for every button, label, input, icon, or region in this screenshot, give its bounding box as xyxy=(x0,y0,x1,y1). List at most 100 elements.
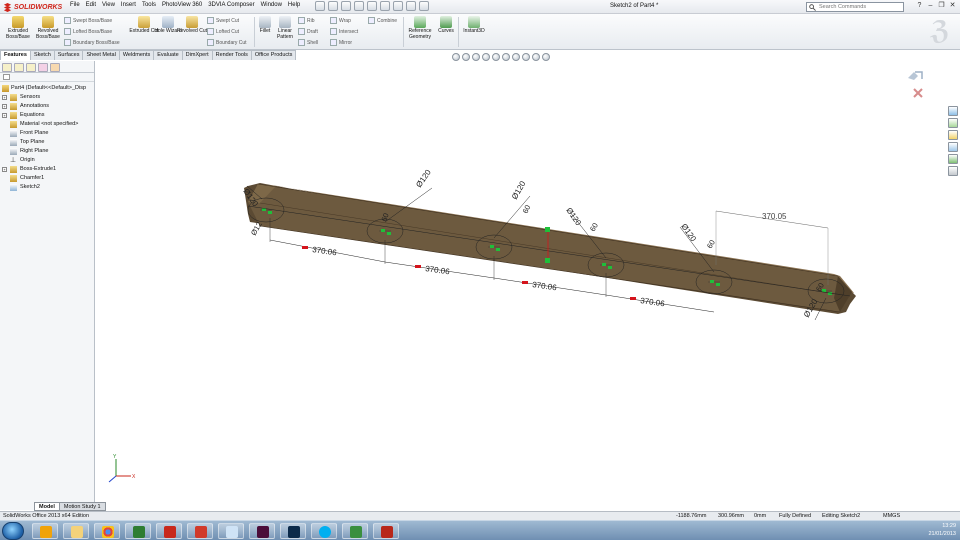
tree-root-part[interactable]: Part4 (Default<<Default>_Disp xyxy=(0,84,94,93)
tree-item[interactable]: + Boss-Extrude1 xyxy=(0,165,94,174)
revolved-cut-button[interactable]: Revolved Cut xyxy=(176,16,208,35)
new-icon[interactable] xyxy=(315,1,325,11)
tab-model[interactable]: Model xyxy=(34,502,60,511)
restore-icon[interactable]: ❐ xyxy=(937,1,946,10)
status-units[interactable]: MMGS xyxy=(883,512,900,520)
reference-geometry-button[interactable]: Reference Geometry xyxy=(404,16,436,40)
solidworks-resources-icon[interactable] xyxy=(948,106,958,116)
mirror-button[interactable]: Mirror xyxy=(330,39,352,46)
tab-surfaces[interactable]: Surfaces xyxy=(53,50,84,60)
zoom-to-area-icon[interactable] xyxy=(462,53,470,61)
menu-photoview[interactable]: PhotoView 360 xyxy=(162,2,202,8)
draft-button[interactable]: Draft xyxy=(298,28,318,35)
dimxpert-manager-tab-icon[interactable] xyxy=(38,63,48,72)
shell-button[interactable]: Shell xyxy=(298,39,318,46)
excel-taskbar-button[interactable] xyxy=(125,523,151,539)
tab-sheet-metal[interactable]: Sheet Metal xyxy=(82,50,120,60)
swept-boss-button[interactable]: Swept Boss/Base xyxy=(64,17,112,24)
boundary-cut-button[interactable]: Boundary Cut xyxy=(207,39,247,46)
print-icon[interactable] xyxy=(354,1,364,11)
tree-item[interactable]: Top Plane xyxy=(0,138,94,147)
display-manager-tab-icon[interactable] xyxy=(50,63,60,72)
explorer-taskbar-button[interactable] xyxy=(63,523,89,539)
tab-motion-study[interactable]: Motion Study 1 xyxy=(58,502,106,511)
exit-sketch-icon[interactable] xyxy=(908,71,923,80)
apply-scene-icon[interactable] xyxy=(532,53,540,61)
search-box[interactable] xyxy=(806,2,904,12)
fillet-button[interactable]: Fillet xyxy=(254,16,276,35)
notepad-taskbar-button[interactable] xyxy=(218,523,244,539)
tree-item[interactable]: Sketch2 xyxy=(0,183,94,192)
rebuild-icon[interactable] xyxy=(393,1,403,11)
tree-item[interactable]: + Annotations xyxy=(0,102,94,111)
start-button[interactable] xyxy=(2,522,24,540)
file-properties-icon[interactable] xyxy=(406,1,416,11)
expand-icon[interactable]: + xyxy=(2,113,7,118)
curves-button[interactable]: Curves xyxy=(434,16,458,35)
lofted-boss-button[interactable]: Lofted Boss/Base xyxy=(64,28,112,35)
expand-icon[interactable]: + xyxy=(2,167,7,172)
view-palette-icon[interactable] xyxy=(948,142,958,152)
rib-button[interactable]: Rib xyxy=(298,17,315,24)
boundary-boss-button[interactable]: Boundary Boss/Base xyxy=(64,39,120,46)
tree-item[interactable]: Right Plane xyxy=(0,147,94,156)
custom-properties-icon[interactable] xyxy=(948,166,958,176)
system-tray[interactable]: 13:29 21/01/2013 xyxy=(928,522,956,538)
save-icon[interactable] xyxy=(341,1,351,11)
undo-icon[interactable] xyxy=(367,1,377,11)
tree-item[interactable]: ⊥ Origin xyxy=(0,156,94,165)
tab-sketch[interactable]: Sketch xyxy=(29,50,55,60)
instant3d-button[interactable]: Instant3D xyxy=(458,16,490,35)
lofted-cut-button[interactable]: Lofted Cut xyxy=(207,28,239,35)
appearances-icon[interactable] xyxy=(948,154,958,164)
menu-3dvia[interactable]: 3DVIA Composer xyxy=(208,2,254,8)
swept-cut-button[interactable]: Swept Cut xyxy=(207,17,239,24)
indesign-taskbar-button[interactable] xyxy=(249,523,275,539)
solidworks-logo[interactable]: SOLIDWORKS xyxy=(3,2,62,12)
excel-2-taskbar-button[interactable] xyxy=(342,523,368,539)
previous-view-icon[interactable] xyxy=(472,53,480,61)
edit-appearance-icon[interactable] xyxy=(522,53,530,61)
zoom-to-fit-icon[interactable] xyxy=(452,53,460,61)
revolved-boss-button[interactable]: Revolved Boss/Base xyxy=(32,16,64,40)
tab-features[interactable]: Features xyxy=(0,50,31,60)
combine-button[interactable]: Combine xyxy=(368,17,397,24)
solidworks-taskbar-button[interactable] xyxy=(156,523,182,539)
tree-item[interactable]: Material <not specified> xyxy=(0,120,94,129)
model-view[interactable]: 370.06 370.06 370.06 370.06 370.05 Ø120 Ø120 Ø1… xyxy=(96,61,960,510)
open-icon[interactable] xyxy=(328,1,338,11)
view-orientation-icon[interactable] xyxy=(492,53,500,61)
tab-office-products[interactable]: Office Products xyxy=(250,50,297,60)
menu-tools[interactable]: Tools xyxy=(142,2,156,8)
photoshop-taskbar-button[interactable] xyxy=(280,523,306,539)
solidworks-2-taskbar-button[interactable] xyxy=(373,523,399,539)
view-settings-icon[interactable] xyxy=(542,53,550,61)
close-icon[interactable]: ✕ xyxy=(948,1,957,10)
menu-insert[interactable]: Insert xyxy=(121,2,136,8)
file-explorer-icon[interactable] xyxy=(948,130,958,140)
tree-item[interactable]: Front Plane xyxy=(0,129,94,138)
skype-taskbar-button[interactable] xyxy=(311,523,337,539)
menu-edit[interactable]: Edit xyxy=(86,2,96,8)
help-icon[interactable]: ? xyxy=(915,1,924,10)
design-library-icon[interactable] xyxy=(948,118,958,128)
configuration-manager-tab-icon[interactable] xyxy=(26,63,36,72)
tab-evaluate[interactable]: Evaluate xyxy=(153,50,183,60)
graphics-area[interactable]: 370.06 370.06 370.06 370.06 370.05 Ø120 Ø120 Ø1… xyxy=(96,61,960,510)
tree-filter[interactable] xyxy=(0,73,94,82)
display-style-icon[interactable] xyxy=(502,53,510,61)
search-input[interactable] xyxy=(807,3,887,11)
minimize-icon[interactable]: – xyxy=(926,1,935,10)
cancel-icon[interactable] xyxy=(913,88,923,98)
tree-item[interactable]: + Equations xyxy=(0,111,94,120)
linear-pattern-button[interactable]: Linear Pattern xyxy=(274,16,296,40)
menu-help[interactable]: Help xyxy=(288,2,300,8)
solidworks-explorer-taskbar-button[interactable] xyxy=(187,523,213,539)
tab-weldments[interactable]: Weldments xyxy=(118,50,155,60)
expand-icon[interactable]: + xyxy=(2,95,7,100)
tab-dimxpert[interactable]: DimXpert xyxy=(181,50,213,60)
hide-show-items-icon[interactable] xyxy=(512,53,520,61)
menu-file[interactable]: File xyxy=(70,2,80,8)
menu-window[interactable]: Window xyxy=(261,2,282,8)
tree-item[interactable]: Chamfer1 xyxy=(0,174,94,183)
